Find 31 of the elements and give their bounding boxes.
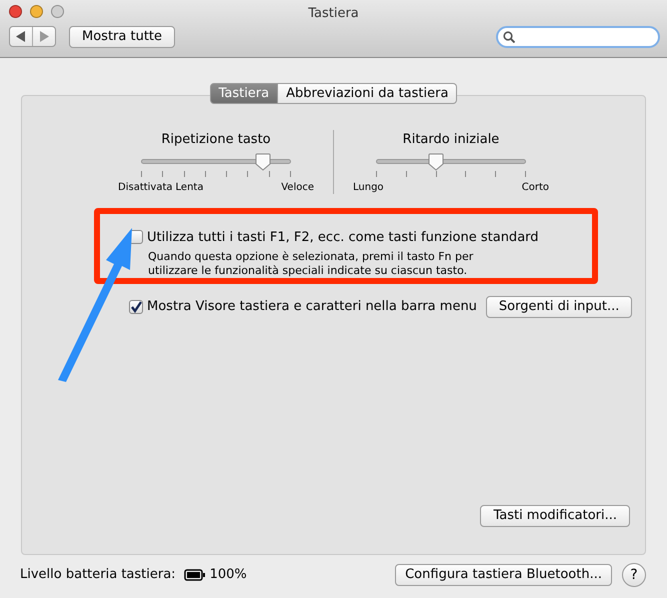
checkbox-label: Mostra Visore tastiera e caratteri nella barra menu	[147, 298, 477, 316]
minimize-button[interactable]	[30, 5, 43, 18]
checkbox-label: Utilizza tutti i tasti F1, F2, ecc. come tasti funzione standard	[147, 228, 539, 246]
slider-title: Ripetizione tasto	[161, 131, 271, 149]
show-all-button[interactable]: Mostra tutte	[69, 26, 176, 48]
help-button[interactable]: ?	[622, 563, 646, 587]
modifier-keys-button[interactable]: Tasti modificatori...	[480, 505, 630, 527]
tab[interactable]: Tastiera	[210, 83, 278, 104]
close-button[interactable]	[9, 5, 22, 18]
slider-label: Lenta	[176, 180, 204, 194]
slider-thumb[interactable]	[428, 152, 444, 170]
option-description: Quando questa opzione è selezionata, premi il tasto Fn per utilizzare le funzionalità speciali indicate su ciascun tasto.	[147, 250, 474, 278]
configure-bluetooth-keyboard-button[interactable]: Configura tastiera Bluetooth...	[395, 564, 612, 586]
slider-label: Veloce	[281, 180, 314, 194]
input-sources-button[interactable]: Sorgenti di input...	[486, 296, 632, 318]
tab[interactable]: Abbreviazioni da tastiera	[278, 83, 458, 104]
search-icon	[503, 31, 515, 43]
battery-icon	[184, 569, 206, 581]
slider-label: Corto	[522, 180, 549, 194]
battery-percentage: 100%	[210, 566, 247, 584]
slider-label: Lungo	[353, 180, 384, 194]
zoom-button[interactable]	[51, 5, 64, 18]
battery-level-label: Livello batteria tastiera:	[20, 566, 176, 584]
forward-icon[interactable]	[39, 31, 49, 42]
slider-label: Disattivata	[118, 180, 173, 194]
slider-title: Ritardo iniziale	[402, 131, 500, 149]
checkbox[interactable]	[129, 300, 143, 314]
back-icon[interactable]	[16, 31, 26, 42]
search-field[interactable]	[496, 26, 660, 48]
slider-thumb[interactable]	[254, 152, 270, 170]
window-title: Tastiera	[308, 6, 359, 21]
